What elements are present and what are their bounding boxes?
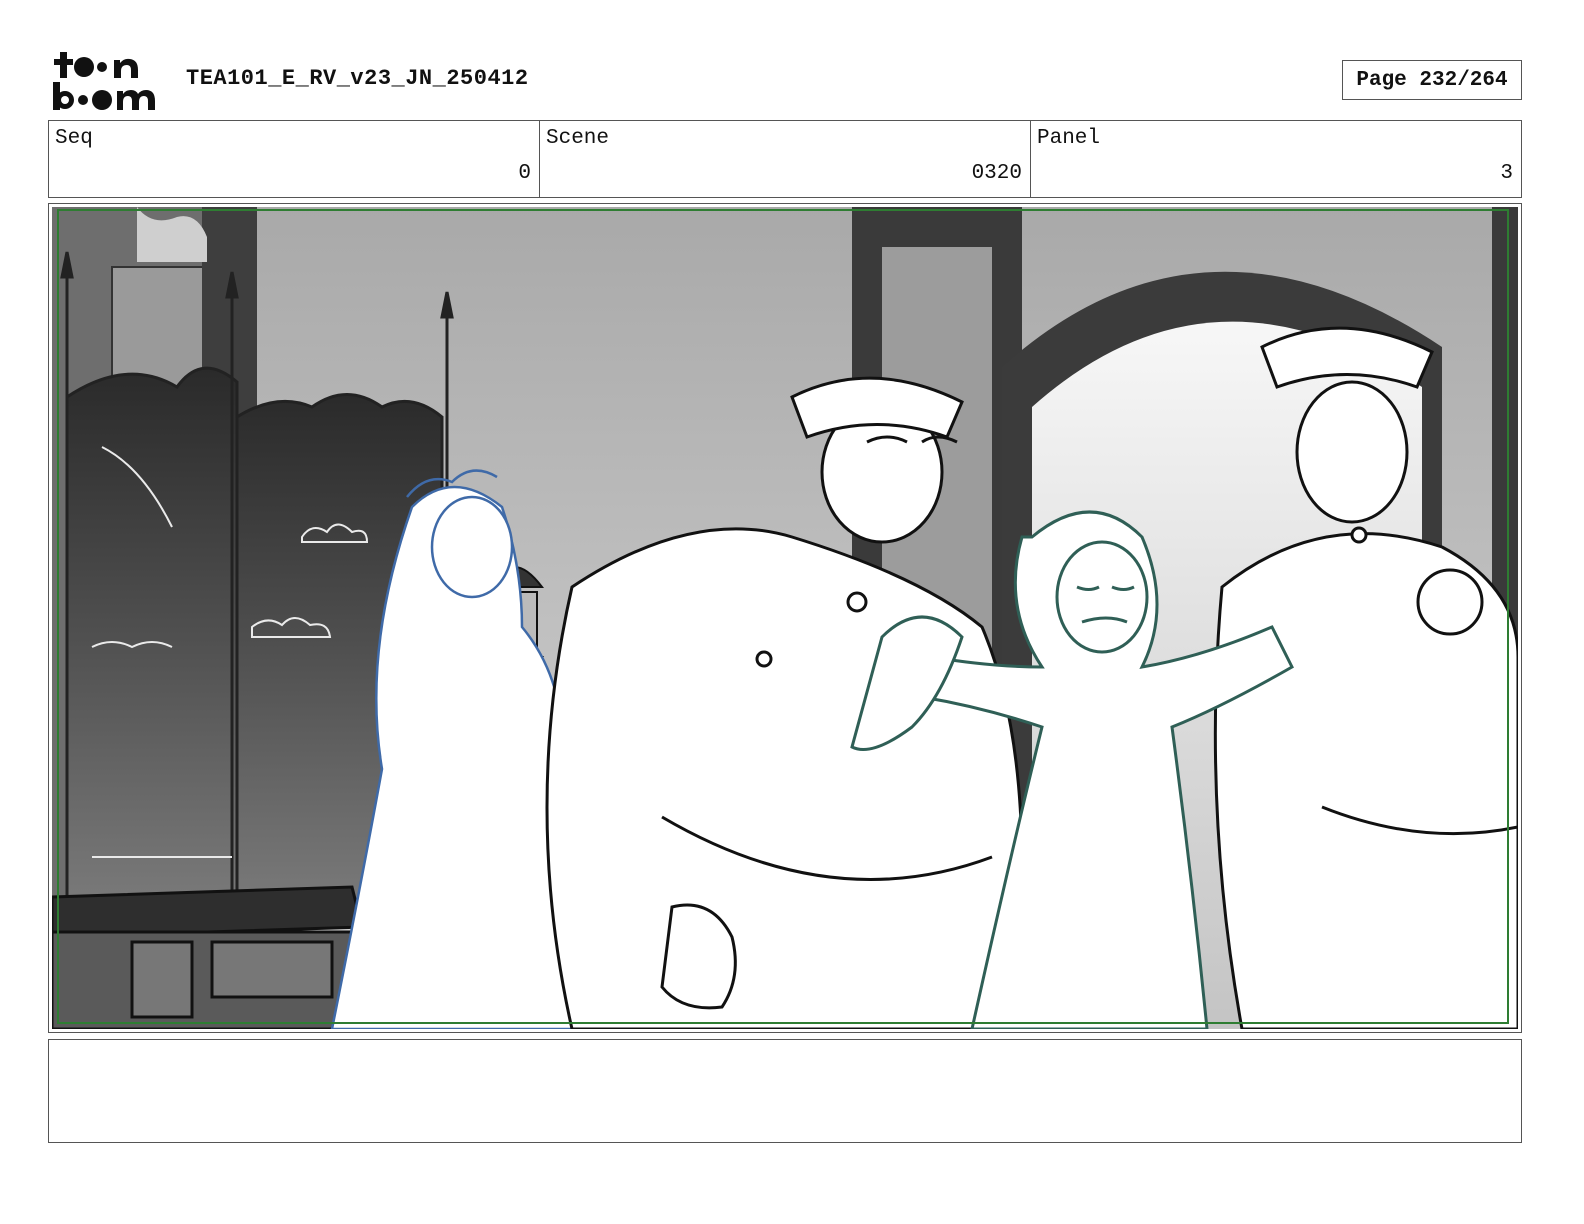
- panel-notes-box: [48, 1039, 1522, 1143]
- scene-cell: Scene 0320: [540, 121, 1031, 197]
- seq-label: Seq: [55, 127, 93, 150]
- panel-cell: Panel 3: [1031, 121, 1521, 197]
- panel-value: 3: [1500, 162, 1513, 185]
- scene-label: Scene: [546, 127, 610, 150]
- panel-label: Panel: [1037, 127, 1101, 150]
- seq-cell: Seq 0: [49, 121, 540, 197]
- toonboom-logo: [53, 52, 155, 110]
- side-table: [52, 885, 364, 1029]
- scene-value: 0320: [971, 162, 1022, 185]
- panel-info-table: Seq 0 Scene 0320 Panel 3: [48, 120, 1522, 198]
- seq-value: 0: [518, 162, 531, 185]
- page-counter: Page 232/264: [1342, 60, 1522, 100]
- storyboard-panel-image: [52, 207, 1518, 1029]
- document-title: TEA101_E_RV_v23_JN_250412: [186, 66, 529, 91]
